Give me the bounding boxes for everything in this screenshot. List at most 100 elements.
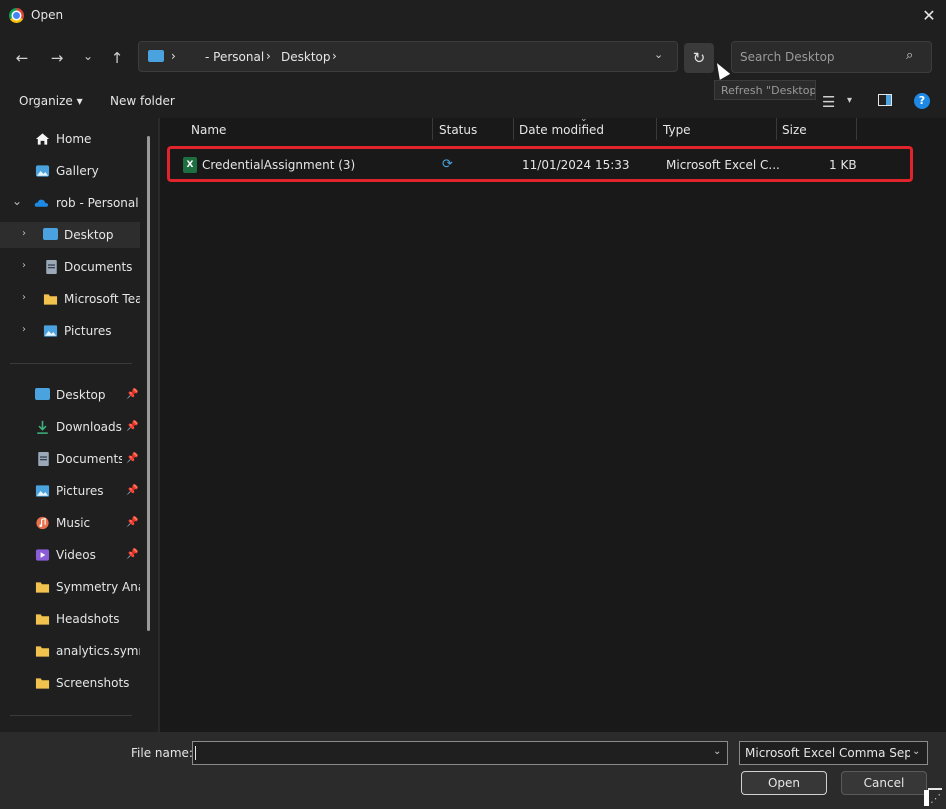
documents-icon	[38, 452, 49, 466]
column-separator[interactable]	[776, 118, 777, 140]
view-options-icon[interactable]: ☰	[822, 93, 835, 111]
breadcrumb-separator: ›	[171, 49, 176, 63]
chrome-icon	[9, 8, 24, 23]
sidebar-item-label: Microsoft Teams	[64, 292, 140, 306]
sidebar-item-quick-documents[interactable]: Documents 📌	[0, 446, 140, 472]
pin-icon[interactable]: 📌	[126, 549, 138, 560]
sidebar-scrollbar[interactable]	[147, 136, 150, 631]
search-icon: ⌕	[906, 48, 914, 63]
breadcrumb-separator: ›	[266, 49, 271, 63]
column-header-status[interactable]: Status	[439, 123, 477, 137]
folder-icon	[43, 294, 58, 305]
column-header-date-modified[interactable]: Date modified	[519, 123, 604, 137]
sidebar-item-home[interactable]: Home	[0, 126, 140, 152]
file-type-select[interactable]: Microsoft Excel Comma Separated Values F…	[739, 741, 928, 765]
navigation-pane: Home Gallery ⌄ rob - Personal › Desktop …	[0, 118, 158, 732]
sidebar-item-quick-desktop[interactable]: Desktop 📌	[0, 382, 140, 408]
sidebar-item-analytics-symmetry[interactable]: analytics.symmetry	[0, 638, 140, 664]
chevron-down-icon[interactable]: ⌄	[912, 746, 920, 757]
column-separator[interactable]	[513, 118, 514, 140]
new-folder-button[interactable]: New folder	[110, 94, 175, 108]
pictures-icon	[35, 485, 50, 497]
sidebar-item-music[interactable]: Music 📌	[0, 510, 140, 536]
desktop-icon	[43, 228, 58, 240]
pin-icon[interactable]: 📌	[126, 389, 138, 400]
view-dropdown-icon[interactable]: ▾	[847, 95, 852, 106]
footer-bar: File name: ⌄ Microsoft Excel Comma Separ…	[0, 732, 946, 809]
documents-icon	[46, 260, 57, 274]
pin-icon[interactable]: 📌	[126, 485, 138, 496]
file-list: Name Status ⌄ Date modified Type Size X …	[160, 114, 946, 732]
close-button[interactable]: ✕	[914, 2, 944, 29]
sidebar-item-label: Pictures	[56, 484, 104, 498]
sidebar-item-quick-pictures[interactable]: Pictures 📌	[0, 478, 140, 504]
column-header-size[interactable]: Size	[782, 123, 807, 137]
chevron-right-icon[interactable]: ›	[22, 260, 26, 271]
sidebar-item-screenshots[interactable]: Screenshots	[0, 670, 140, 696]
sidebar-item-gallery[interactable]: Gallery	[0, 158, 140, 184]
sidebar-item-documents[interactable]: › Documents	[0, 254, 140, 280]
column-header-type[interactable]: Type	[663, 123, 691, 137]
table-row[interactable]: X CredentialAssignment (3) ⟳ 11/01/2024 …	[167, 146, 913, 182]
sidebar-item-downloads[interactable]: Downloads 📌	[0, 414, 140, 440]
sidebar-item-label: Headshots	[56, 612, 120, 626]
sidebar-item-label: rob - Personal	[56, 196, 139, 210]
folder-icon	[35, 646, 50, 657]
breadcrumb-personal[interactable]: - Personal	[205, 50, 264, 64]
pin-icon[interactable]: 📌	[126, 453, 138, 464]
recent-locations-icon[interactable]: ⌄	[77, 45, 99, 67]
title-bar: Open ✕	[0, 0, 946, 31]
desktop-icon	[35, 388, 50, 400]
sidebar-divider	[10, 363, 132, 364]
sidebar-item-label: Documents	[56, 452, 122, 466]
search-placeholder: Search Desktop	[740, 50, 835, 64]
refresh-button[interactable]: ↻	[684, 43, 714, 73]
column-separator[interactable]	[432, 118, 433, 140]
forward-arrow-icon[interactable]: →	[46, 47, 68, 69]
breadcrumb-desktop[interactable]: Desktop	[281, 50, 331, 64]
chevron-down-icon[interactable]: ⌄	[713, 746, 721, 757]
sync-status-icon: ⟳	[442, 157, 453, 172]
chevron-right-icon[interactable]: ›	[22, 324, 26, 335]
sidebar-item-microsoft-teams[interactable]: › Microsoft Teams	[0, 286, 140, 312]
sidebar-item-label: Pictures	[64, 324, 112, 338]
pin-icon[interactable]: 📌	[126, 517, 138, 528]
sidebar-item-desktop[interactable]: › Desktop	[0, 222, 140, 248]
sidebar-item-label: Downloads	[56, 420, 122, 434]
sidebar-item-videos[interactable]: Videos 📌	[0, 542, 140, 568]
chevron-right-icon[interactable]: ›	[22, 228, 26, 239]
music-icon	[36, 516, 49, 530]
open-button[interactable]: Open	[741, 771, 827, 795]
pictures-icon	[43, 325, 58, 337]
sidebar-item-pictures[interactable]: › Pictures	[0, 318, 140, 344]
downloads-icon	[37, 420, 48, 434]
sidebar-item-label: Desktop	[56, 388, 106, 402]
sidebar-item-onedrive[interactable]: ⌄ rob - Personal	[0, 190, 140, 216]
up-arrow-icon[interactable]: ↑	[106, 47, 128, 69]
home-icon	[35, 133, 50, 145]
preview-pane-icon[interactable]	[878, 94, 892, 106]
sidebar-item-label: analytics.symmetry	[56, 644, 140, 658]
chevron-down-icon[interactable]: ⌄	[654, 48, 663, 61]
column-separator[interactable]	[656, 118, 657, 140]
chevron-right-icon[interactable]: ›	[22, 292, 26, 303]
organize-menu[interactable]: Organize ▾	[19, 94, 83, 108]
sidebar-item-label: Documents	[64, 260, 133, 274]
sidebar-divider	[10, 715, 132, 716]
pin-icon[interactable]: 📌	[126, 421, 138, 432]
help-icon[interactable]: ?	[914, 93, 930, 109]
address-bar[interactable]: › - Personal › Desktop › ⌄	[138, 41, 678, 72]
search-input[interactable]: Search Desktop ⌕	[731, 41, 932, 73]
back-arrow-icon[interactable]: ←	[11, 47, 33, 69]
cancel-button[interactable]: Cancel	[841, 771, 927, 795]
sidebar-item-headshots[interactable]: Headshots	[0, 606, 140, 632]
chevron-down-icon[interactable]: ⌄	[12, 194, 22, 208]
column-separator[interactable]	[856, 118, 857, 140]
resize-grip-icon[interactable]	[928, 788, 942, 806]
sidebar-item-symmetry-analytics[interactable]: Symmetry Analytics	[0, 574, 140, 600]
file-name-input[interactable]: ⌄	[192, 741, 728, 765]
folder-icon	[35, 614, 50, 625]
file-type: Microsoft Excel C...	[666, 158, 780, 172]
file-name: CredentialAssignment (3)	[202, 158, 356, 172]
column-header-name[interactable]: Name	[191, 123, 226, 137]
